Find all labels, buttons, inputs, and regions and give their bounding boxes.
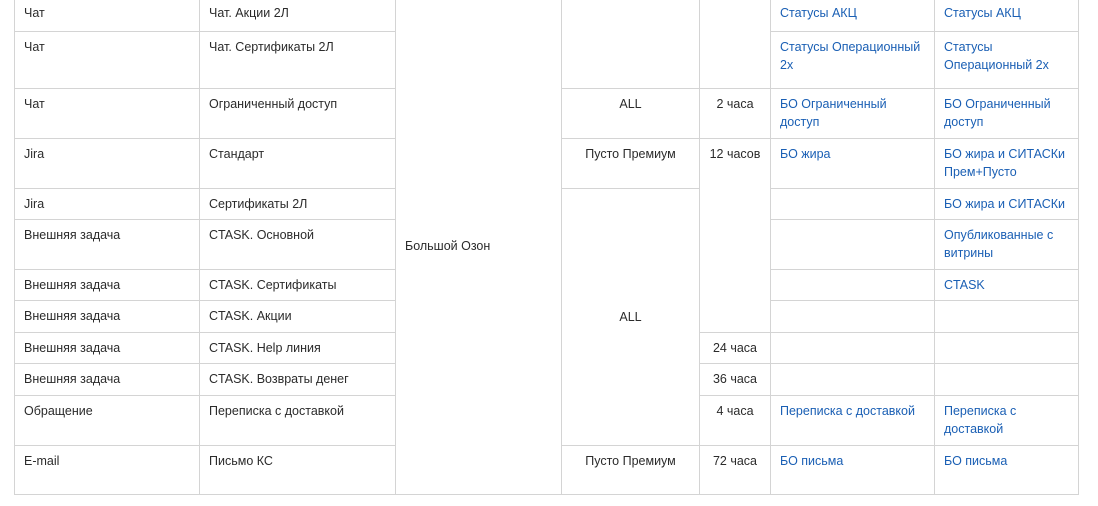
- link-cell-2: Статусы Операционный 2х: [934, 31, 1079, 89]
- time-cell: [699, 0, 771, 89]
- link-2[interactable]: CTASK: [944, 278, 985, 292]
- type-cell: Jira: [14, 188, 200, 220]
- link-cell-2: Опубликованные с витрины: [934, 219, 1079, 270]
- type-cell: Внешняя задача: [14, 363, 200, 396]
- link-2[interactable]: БО жира и СИТАСКи Прем+Пусто: [944, 147, 1065, 179]
- segment-cell: ALL: [561, 188, 700, 446]
- name-cell: CTASK. Возвраты денег: [199, 363, 396, 396]
- segment-cell: [561, 0, 700, 89]
- time-cell: 4 часа: [699, 395, 771, 446]
- segment-cell: ALL: [561, 88, 700, 139]
- link-cell-1: БО Ограниченный доступ: [770, 88, 935, 139]
- link-2[interactable]: БО жира и СИТАСКи: [944, 197, 1065, 211]
- name-cell: CTASK. Сертификаты: [199, 269, 396, 301]
- name-cell: CTASK. Акции: [199, 300, 396, 333]
- link-cell-2: Статусы АКЦ: [934, 0, 1079, 32]
- link-cell-2: БО письма: [934, 445, 1079, 495]
- name-cell: CTASK. Основной: [199, 219, 396, 270]
- type-cell: Внешняя задача: [14, 332, 200, 364]
- link-cell-1: [770, 269, 935, 301]
- project-cell: Большой Озон: [395, 0, 562, 495]
- name-cell: Переписка с доставкой: [199, 395, 396, 446]
- name-cell: Письмо КС: [199, 445, 396, 495]
- name-cell: Ограниченный доступ: [199, 88, 396, 139]
- link-cell-2: БО Ограниченный доступ: [934, 88, 1079, 139]
- type-cell: Jira: [14, 138, 200, 189]
- name-cell: Стандарт: [199, 138, 396, 189]
- link-cell-1: [770, 219, 935, 270]
- link-cell-2: БО жира и СИТАСКи: [934, 188, 1079, 220]
- link-1[interactable]: Статусы Операционный 2х: [780, 40, 920, 72]
- link-2[interactable]: БО Ограниченный доступ: [944, 97, 1051, 129]
- time-cell: 24 часа: [699, 332, 771, 364]
- type-cell: Чат: [14, 31, 200, 89]
- name-cell: Чат. Акции 2Л: [199, 0, 396, 32]
- type-cell: E-mail: [14, 445, 200, 495]
- link-1[interactable]: Статусы АКЦ: [780, 6, 857, 20]
- routing-table: Чат Чат. Акции 2Л Большой Озон Статусы А…: [14, 0, 1079, 495]
- type-cell: Внешняя задача: [14, 219, 200, 270]
- link-cell-2: [934, 300, 1079, 333]
- link-cell-1: БО письма: [770, 445, 935, 495]
- link-cell-2: CTASK: [934, 269, 1079, 301]
- link-1[interactable]: БО письма: [780, 454, 843, 468]
- type-cell: Чат: [14, 0, 200, 32]
- segment-cell: Пусто Премиум: [561, 138, 700, 189]
- link-2[interactable]: БО письма: [944, 454, 1007, 468]
- link-cell-1: [770, 300, 935, 333]
- segment-cell: Пусто Премиум: [561, 445, 700, 495]
- time-cell: 72 часа: [699, 445, 771, 495]
- name-cell: CTASK. Help линия: [199, 332, 396, 364]
- link-2[interactable]: Переписка с доставкой: [944, 404, 1016, 436]
- type-cell: Внешняя задача: [14, 269, 200, 301]
- link-2[interactable]: Статусы Операционный 2х: [944, 40, 1049, 72]
- link-cell-1: [770, 188, 935, 220]
- link-cell-2: Переписка с доставкой: [934, 395, 1079, 446]
- name-cell: Сертификаты 2Л: [199, 188, 396, 220]
- link-cell-1: Статусы Операционный 2х: [770, 31, 935, 89]
- link-cell-1: БО жира: [770, 138, 935, 189]
- link-1[interactable]: БО Ограниченный доступ: [780, 97, 887, 129]
- link-2[interactable]: Статусы АКЦ: [944, 6, 1021, 20]
- link-1[interactable]: БО жира: [780, 147, 831, 161]
- link-2[interactable]: Опубликованные с витрины: [944, 228, 1053, 260]
- type-cell: Обращение: [14, 395, 200, 446]
- table-row: Чат Чат. Акции 2Л Большой Озон Статусы А…: [14, 0, 1079, 495]
- time-cell: 2 часа: [699, 88, 771, 139]
- link-cell-1: Статусы АКЦ: [770, 0, 935, 32]
- link-cell-2: БО жира и СИТАСКи Прем+Пусто: [934, 138, 1079, 189]
- name-cell: Чат. Сертификаты 2Л: [199, 31, 396, 89]
- link-cell-1: Переписка с доставкой: [770, 395, 935, 446]
- type-cell: Чат: [14, 88, 200, 139]
- time-cell: 36 часа: [699, 363, 771, 396]
- link-cell-1: [770, 363, 935, 396]
- type-cell: Внешняя задача: [14, 300, 200, 333]
- time-cell: 12 часов: [699, 138, 771, 333]
- link-1[interactable]: Переписка с доставкой: [780, 404, 915, 418]
- link-cell-2: [934, 363, 1079, 396]
- link-cell-1: [770, 332, 935, 364]
- link-cell-2: [934, 332, 1079, 364]
